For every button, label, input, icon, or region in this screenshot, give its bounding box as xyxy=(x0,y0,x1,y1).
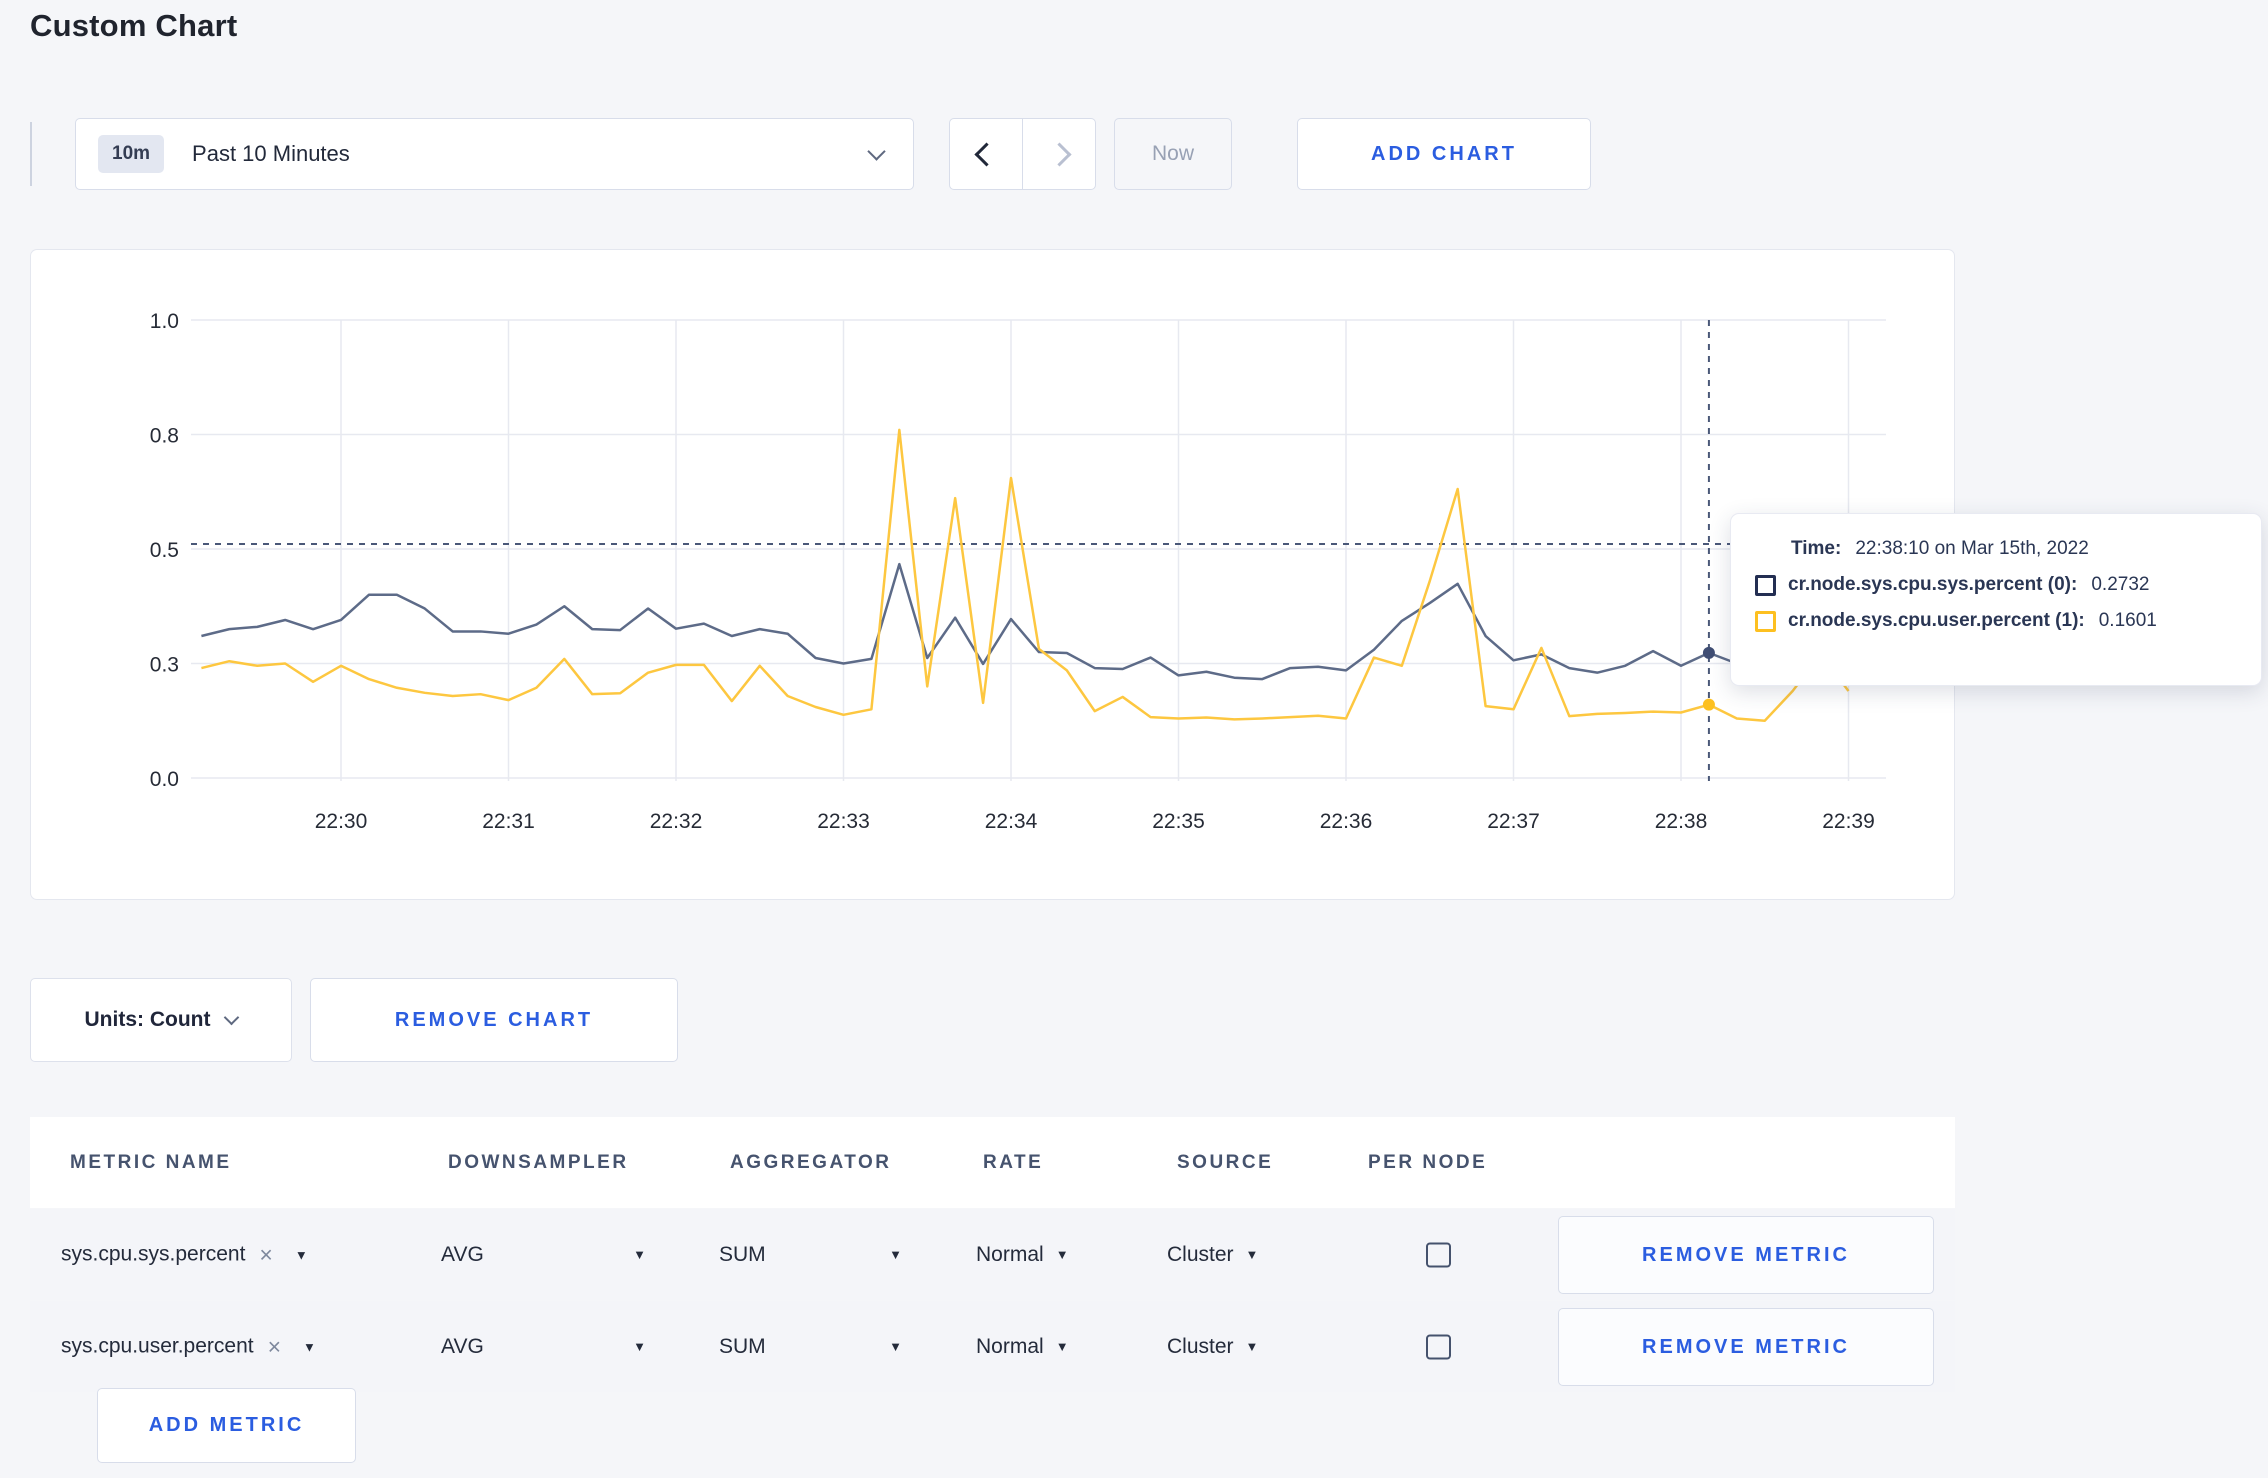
rate-select[interactable]: Normal ▼ xyxy=(976,1335,1069,1359)
aggregator-select[interactable]: SUM ▼ xyxy=(719,1243,902,1267)
time-range-label: Past 10 Minutes xyxy=(192,141,350,166)
tooltip-series-value: 0.2732 xyxy=(2091,574,2150,595)
svg-text:22:36: 22:36 xyxy=(1320,810,1373,833)
remove-metric-button[interactable]: REMOVE METRIC xyxy=(1558,1216,1934,1294)
metric-name-value: sys.cpu.sys.percent xyxy=(61,1242,246,1266)
chevron-down-icon xyxy=(224,1009,240,1025)
col-aggregator: AGGREGATOR xyxy=(730,1151,892,1173)
svg-text:0.8: 0.8 xyxy=(150,425,179,448)
toolbar-divider xyxy=(30,122,32,186)
time-pager xyxy=(949,118,1096,190)
svg-text:0.3: 0.3 xyxy=(150,654,179,677)
time-range-select[interactable]: 10m Past 10 Minutes xyxy=(75,118,914,190)
cpu-percent-line-chart[interactable]: 0.0 0.3 0.5 0.8 1.0 22:30 22:31 22:32 22:33 22:34… xyxy=(31,250,1956,900)
metric-row: sys.cpu.user.percent × ▼ AVG ▼ SUM ▼ Nor… xyxy=(30,1301,1955,1392)
add-metric-button[interactable]: ADD METRIC xyxy=(97,1388,356,1463)
svg-text:22:39: 22:39 xyxy=(1822,810,1875,833)
previous-range-button[interactable] xyxy=(950,119,1023,189)
metrics-table: METRIC NAME DOWNSAMPLER AGGREGATOR RATE … xyxy=(30,1117,1955,1392)
clear-metric-icon[interactable]: × xyxy=(268,1333,281,1360)
source-select[interactable]: Cluster ▼ xyxy=(1167,1243,1258,1267)
series-sys-swatch-icon xyxy=(1755,574,1776,596)
svg-text:22:30: 22:30 xyxy=(315,810,368,833)
caret-down-icon: ▼ xyxy=(889,1339,902,1354)
metric-name-select[interactable]: sys.cpu.sys.percent × ▼ xyxy=(61,1241,308,1268)
tooltip-series-label: cr.node.sys.cpu.sys.percent (0): xyxy=(1788,574,2078,595)
time-range-badge: 10m xyxy=(98,135,165,173)
chart-hover-tooltip: Time: 22:38:10 on Mar 15th, 2022 cr.node… xyxy=(1730,513,2262,686)
source-value: Cluster xyxy=(1167,1242,1234,1266)
col-rate: RATE xyxy=(983,1151,1044,1173)
svg-text:22:38: 22:38 xyxy=(1655,810,1708,833)
source-value: Cluster xyxy=(1167,1334,1234,1358)
caret-down-icon: ▼ xyxy=(1245,1339,1259,1354)
col-metric-name: METRIC NAME xyxy=(70,1151,232,1173)
custom-chart-card: 0.0 0.3 0.5 0.8 1.0 22:30 22:31 22:32 22:33 22:34… xyxy=(30,249,1955,900)
units-label: Units: Count xyxy=(84,1008,211,1031)
chevron-right-icon xyxy=(1046,141,1072,167)
tooltip-series-label: cr.node.sys.cpu.user.percent (1): xyxy=(1788,610,2085,631)
downsampler-value: AVG xyxy=(441,1242,484,1266)
chevron-left-icon xyxy=(973,141,999,167)
add-chart-button[interactable]: ADD CHART xyxy=(1297,118,1591,190)
metric-name-select[interactable]: sys.cpu.user.percent × ▼ xyxy=(61,1333,316,1360)
tooltip-time-value: 22:38:10 on Mar 15th, 2022 xyxy=(1855,538,2089,559)
svg-text:0.5: 0.5 xyxy=(150,539,179,562)
caret-down-icon: ▼ xyxy=(633,1247,646,1262)
remove-chart-button[interactable]: REMOVE CHART xyxy=(310,978,678,1062)
svg-text:1.0: 1.0 xyxy=(150,310,179,333)
per-node-checkbox[interactable] xyxy=(1426,1334,1451,1359)
col-downsampler: DOWNSAMPLER xyxy=(448,1151,629,1173)
caret-down-icon: ▼ xyxy=(1055,1339,1069,1354)
page-title: Custom Chart xyxy=(30,8,238,43)
metric-row: sys.cpu.sys.percent × ▼ AVG ▼ SUM ▼ Norm… xyxy=(30,1209,1955,1300)
metrics-table-header: METRIC NAME DOWNSAMPLER AGGREGATOR RATE … xyxy=(30,1117,1955,1208)
chevron-down-icon xyxy=(867,142,886,163)
now-button[interactable]: Now xyxy=(1114,118,1232,190)
remove-metric-button[interactable]: REMOVE METRIC xyxy=(1558,1308,1934,1386)
rate-value: Normal xyxy=(976,1242,1044,1266)
downsampler-value: AVG xyxy=(441,1334,484,1358)
svg-text:22:34: 22:34 xyxy=(985,810,1038,833)
svg-text:22:31: 22:31 xyxy=(482,810,535,833)
caret-down-icon: ▼ xyxy=(889,1247,902,1262)
rate-value: Normal xyxy=(976,1334,1044,1358)
aggregator-value: SUM xyxy=(719,1334,766,1358)
col-per-node: PER NODE xyxy=(1368,1151,1488,1173)
tooltip-time-label: Time: xyxy=(1791,538,1842,559)
series-user-swatch-icon xyxy=(1755,610,1776,632)
clear-metric-icon[interactable]: × xyxy=(259,1241,272,1268)
caret-down-icon: ▼ xyxy=(294,1247,308,1262)
next-range-button[interactable] xyxy=(1023,119,1095,189)
units-select[interactable]: Units: Count xyxy=(30,978,292,1062)
svg-text:22:33: 22:33 xyxy=(817,810,870,833)
downsampler-select[interactable]: AVG ▼ xyxy=(441,1335,646,1359)
svg-text:22:37: 22:37 xyxy=(1487,810,1540,833)
caret-down-icon: ▼ xyxy=(633,1339,646,1354)
caret-down-icon: ▼ xyxy=(1055,1247,1069,1262)
source-select[interactable]: Cluster ▼ xyxy=(1167,1335,1258,1359)
svg-text:0.0: 0.0 xyxy=(150,768,179,791)
downsampler-select[interactable]: AVG ▼ xyxy=(441,1243,646,1267)
svg-text:22:32: 22:32 xyxy=(650,810,703,833)
svg-text:22:35: 22:35 xyxy=(1152,810,1205,833)
per-node-checkbox[interactable] xyxy=(1426,1242,1451,1267)
rate-select[interactable]: Normal ▼ xyxy=(976,1243,1069,1267)
metric-name-value: sys.cpu.user.percent xyxy=(61,1334,254,1358)
col-source: SOURCE xyxy=(1177,1151,1274,1173)
aggregator-select[interactable]: SUM ▼ xyxy=(719,1335,902,1359)
aggregator-value: SUM xyxy=(719,1242,766,1266)
caret-down-icon: ▼ xyxy=(1245,1247,1259,1262)
caret-down-icon: ▼ xyxy=(303,1339,316,1354)
tooltip-series-value: 0.1601 xyxy=(2098,610,2157,631)
